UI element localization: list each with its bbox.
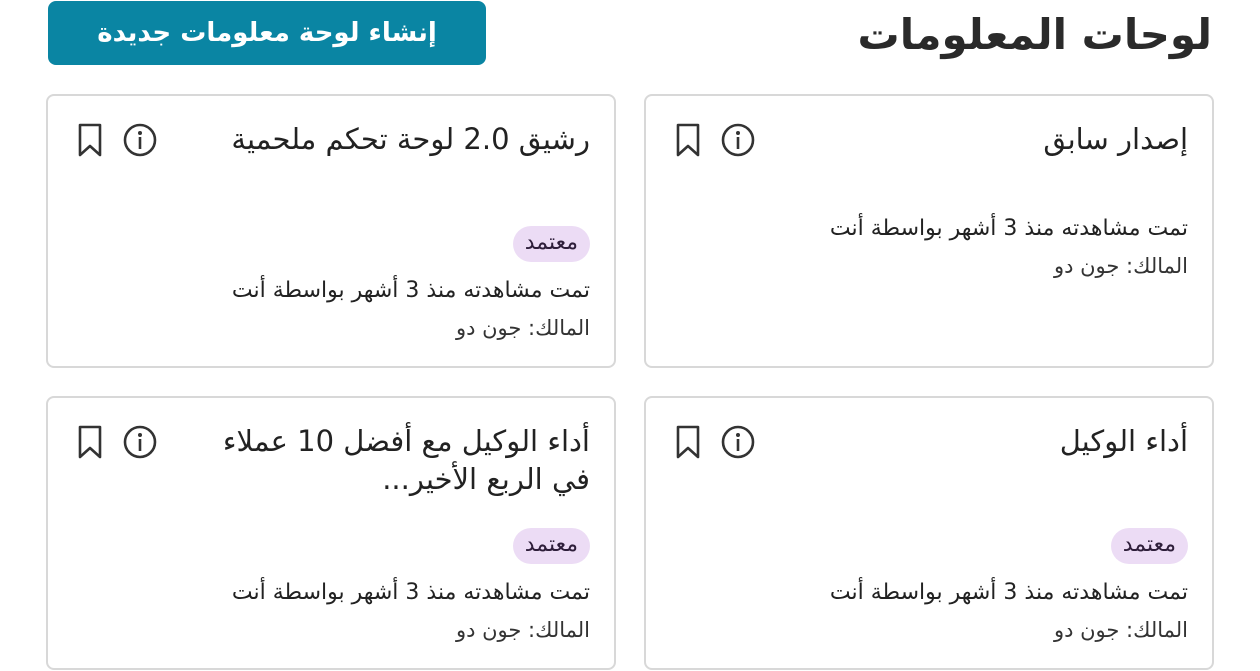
info-icon[interactable] [122, 122, 158, 158]
info-icon[interactable] [720, 424, 756, 460]
card-title[interactable]: إصدار سابق [1043, 120, 1188, 158]
info-icon[interactable] [720, 122, 756, 158]
bookmark-icon[interactable] [670, 122, 706, 158]
card-owner-text: المالك: جون دو [455, 618, 590, 642]
card-viewed-text: تمت مشاهدته منذ 3 أشهر بواسطة أنت [231, 278, 590, 303]
card-title[interactable]: رشيق 2.0 لوحة تحكم ملحمية [231, 120, 590, 158]
status-badge: معتمد [512, 226, 590, 262]
dashboard-card[interactable]: إصدار سابق تمت مشاهدته منذ 3 أشهر بواسطة… [644, 94, 1214, 368]
card-viewed-text: تمت مشاهدته منذ 3 أشهر بواسطة أنت [829, 216, 1188, 241]
info-icon[interactable] [122, 424, 158, 460]
bookmark-icon[interactable] [670, 424, 706, 460]
card-title[interactable]: أداء الوكيل مع أفضل 10 عملاء في الربع ال… [190, 422, 590, 498]
card-owner-text: المالك: جون دو [1053, 254, 1188, 278]
status-badge: معتمد [1110, 528, 1188, 564]
dashboard-card[interactable]: أداء الوكيل مع أفضل 10 عملاء في الربع ال… [46, 396, 616, 670]
status-badge: معتمد [512, 528, 590, 564]
page-title: لوحات المعلومات [857, 9, 1212, 59]
page-header: لوحات المعلومات إنشاء لوحة معلومات جديدة [48, 0, 1212, 66]
bookmark-icon[interactable] [72, 122, 108, 158]
card-title[interactable]: أداء الوكيل [1060, 422, 1188, 460]
dashboard-card[interactable]: أداء الوكيل معتمد تمت مشاهدته منذ 3 أشهر… [644, 396, 1214, 670]
create-dashboard-button[interactable]: إنشاء لوحة معلومات جديدة [48, 1, 486, 65]
card-owner-text: المالك: جون دو [1053, 618, 1188, 642]
card-owner-text: المالك: جون دو [455, 316, 590, 340]
bookmark-icon[interactable] [72, 424, 108, 460]
dashboard-card[interactable]: رشيق 2.0 لوحة تحكم ملحمية معتمد تمت مشاه… [46, 94, 616, 368]
card-viewed-text: تمت مشاهدته منذ 3 أشهر بواسطة أنت [231, 580, 590, 605]
dashboard-grid: إصدار سابق تمت مشاهدته منذ 3 أشهر بواسطة… [46, 94, 1214, 670]
card-viewed-text: تمت مشاهدته منذ 3 أشهر بواسطة أنت [829, 580, 1188, 605]
